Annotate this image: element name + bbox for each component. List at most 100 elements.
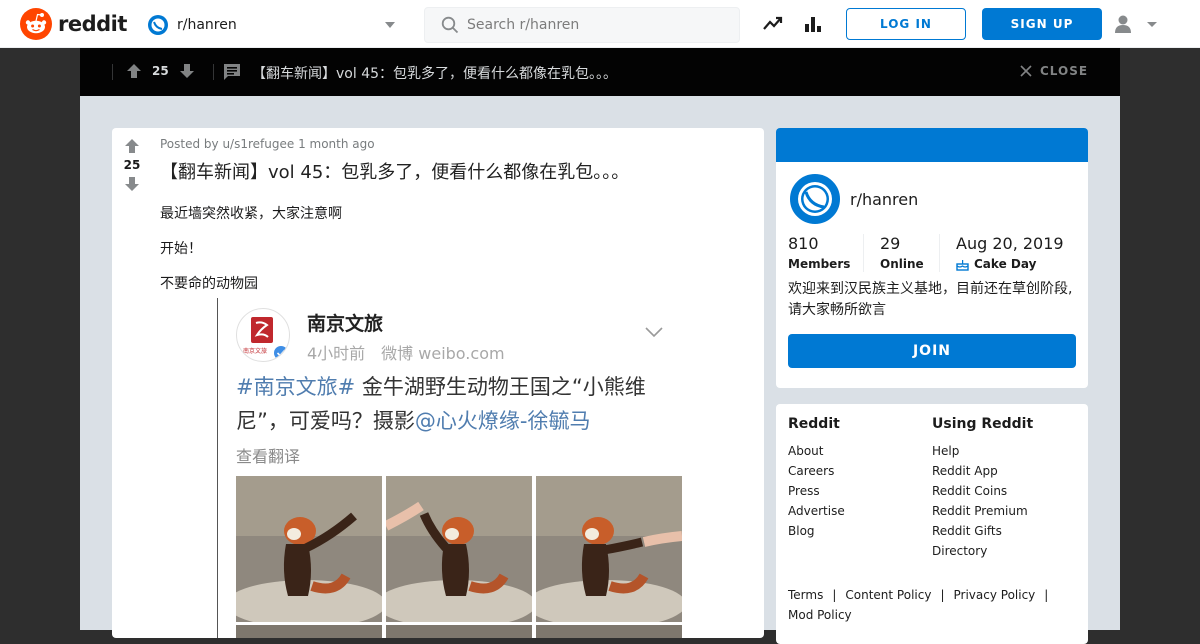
search-input[interactable] (467, 17, 717, 33)
post-voting: 25 (120, 138, 144, 192)
online-label: Online (880, 257, 924, 271)
post-bar-voting: 25 (126, 63, 195, 79)
red-panda-photo (236, 476, 382, 622)
avatar-brand-text: 南京文旅 (243, 348, 268, 355)
weibo-text-line: 金牛湖野生动物王国之“小熊维 (355, 375, 646, 399)
weibo-account-name: 南京文旅 (307, 313, 384, 335)
weibo-mention: @心火燎缘-徐毓马 (414, 409, 591, 433)
divider (939, 234, 940, 272)
post-bar-title[interactable]: 【翻车新闻】vol 45：包乳多了，便看什么都像在乳包。。。 (252, 63, 617, 83)
post-bar-score: 25 (152, 64, 169, 78)
verified-badge-icon (273, 345, 289, 361)
online-count: 29 (880, 234, 901, 253)
embedded-weibo-screenshot[interactable]: 南京文旅 南京文旅 4小时前 微博 weibo.com #南京文旅# 金牛湖野生… (217, 298, 697, 638)
members-count: 810 (788, 234, 819, 253)
footer-link-help[interactable]: Help (932, 441, 1033, 461)
footer-link-reddit-app[interactable]: Reddit App (932, 461, 1033, 481)
members-stat: 810 Members (788, 234, 850, 271)
footer-column-reddit: Reddit About Careers Press Advertise Blo… (788, 416, 845, 541)
weibo-hashtag: #南京文旅# (236, 375, 356, 399)
footer-link-content-policy[interactable]: Content Policy (845, 588, 931, 602)
community-description: 欢迎来到汉民族主义基地，目前还在草创阶段,请大家畅所欲言 (788, 281, 1073, 318)
post-paragraph: 开始！ (160, 241, 202, 257)
stats-icon[interactable] (803, 14, 823, 34)
divider (213, 64, 214, 80)
chevron-down-icon (645, 326, 663, 338)
search-box[interactable] (424, 7, 740, 43)
community-banner (776, 128, 1088, 162)
separator: | (940, 588, 945, 602)
photo-thumbnail (386, 625, 532, 638)
cake-icon (956, 258, 969, 271)
footer-link-terms[interactable]: Terms (788, 588, 823, 602)
photo-thumbnail (236, 625, 382, 638)
footer-link-privacy-policy[interactable]: Privacy Policy (954, 588, 1036, 602)
footer-links-card: Reddit About Careers Press Advertise Blo… (776, 404, 1088, 644)
cake-day-label: Cake Day (974, 257, 1037, 271)
community-name[interactable]: r/hanren (850, 190, 918, 209)
red-panda-photo (536, 476, 682, 622)
weibo-translate: 查看翻译 (236, 447, 301, 466)
comment-icon (223, 63, 241, 81)
trending-icon[interactable] (763, 14, 783, 34)
join-button[interactable]: JOIN (788, 334, 1076, 368)
upvote-icon[interactable] (124, 138, 140, 154)
community-card: r/hanren 810 Members 29 Online Aug 20, 2… (776, 128, 1088, 388)
close-button[interactable]: CLOSE (1020, 64, 1088, 78)
post-score: 25 (123, 158, 141, 172)
post-top-bar: 25 【翻车新闻】vol 45：包乳多了，便看什么都像在乳包。。。 CLOSE (80, 48, 1120, 96)
footer-link-reddit-premium[interactable]: Reddit Premium (932, 501, 1033, 521)
online-stat: 29 Online (880, 234, 924, 271)
footer-link-directory[interactable]: Directory (932, 541, 1033, 561)
weibo-avatar: 南京文旅 (236, 308, 290, 362)
community-icon (788, 172, 842, 226)
upvote-icon[interactable] (126, 63, 142, 79)
divider (863, 234, 864, 272)
cake-day-stat: Aug 20, 2019 Cake Day (956, 234, 1064, 271)
signup-button[interactable]: SIGN UP (982, 8, 1102, 40)
post-title: 【翻车新闻】vol 45：包乳多了，便看什么都像在乳包。。。 (160, 162, 630, 183)
reddit-wordmark: reddit (58, 12, 127, 36)
members-label: Members (788, 257, 851, 271)
post-paragraph: 最近墙突然收紧，大家注意啊 (160, 206, 342, 222)
login-button[interactable]: LOG IN (846, 8, 966, 40)
reddit-logo-icon (20, 8, 52, 40)
downvote-icon[interactable] (124, 176, 140, 192)
top-navigation: reddit r/hanren LOG IN SIGN UP (0, 0, 1200, 48)
red-panda-photo (386, 476, 532, 622)
user-menu[interactable] (1113, 14, 1161, 34)
post-paragraph: 不要命的动物园 (160, 276, 258, 292)
community-selector-label: r/hanren (177, 17, 237, 33)
footer-heading: Reddit (788, 416, 840, 432)
cake-day-row: Cake Day (956, 257, 1064, 271)
search-icon (441, 16, 459, 34)
weibo-text-line: 尼”，可爱吗？摄影 (236, 409, 415, 433)
close-icon (1020, 65, 1032, 77)
footer-link-reddit-coins[interactable]: Reddit Coins (932, 481, 1033, 501)
community-selector[interactable]: r/hanren (148, 13, 396, 37)
footer-heading: Using Reddit (932, 416, 1034, 432)
divider (112, 64, 113, 80)
weibo-timestamp: 4小时前 微博 weibo.com (307, 344, 505, 363)
photo-thumbnail (536, 625, 682, 638)
footer-link-careers[interactable]: Careers (788, 461, 845, 481)
created-date: Aug 20, 2019 (956, 234, 1064, 253)
footer-column-using-reddit: Using Reddit Help Reddit App Reddit Coin… (932, 416, 1033, 561)
footer-link-reddit-gifts[interactable]: Reddit Gifts (932, 521, 1033, 541)
post-meta: Posted by u/s1refugee 1 month ago (160, 137, 375, 151)
post-card: 25 Posted by u/s1refugee 1 month ago 【翻车… (112, 128, 764, 638)
community-icon (148, 15, 168, 35)
footer-link-blog[interactable]: Blog (788, 521, 845, 541)
weibo-text: #南京文旅# 金牛湖野生动物王国之“小熊维 尼”，可爱吗？摄影@心火燎缘-徐毓马 (236, 370, 676, 438)
reddit-home-link[interactable]: reddit (20, 8, 127, 40)
separator: | (832, 588, 837, 602)
legal-links: Terms | Content Policy | Privacy Policy | Mod… (788, 585, 1078, 625)
footer-link-mod-policy[interactable]: Mod Policy (788, 608, 852, 622)
footer-link-advertise[interactable]: Advertise (788, 501, 845, 521)
chevron-down-icon (384, 19, 396, 31)
close-label: CLOSE (1040, 64, 1089, 78)
separator: | (1044, 588, 1049, 602)
footer-link-about[interactable]: About (788, 441, 845, 461)
footer-link-press[interactable]: Press (788, 481, 845, 501)
downvote-icon[interactable] (179, 63, 195, 79)
